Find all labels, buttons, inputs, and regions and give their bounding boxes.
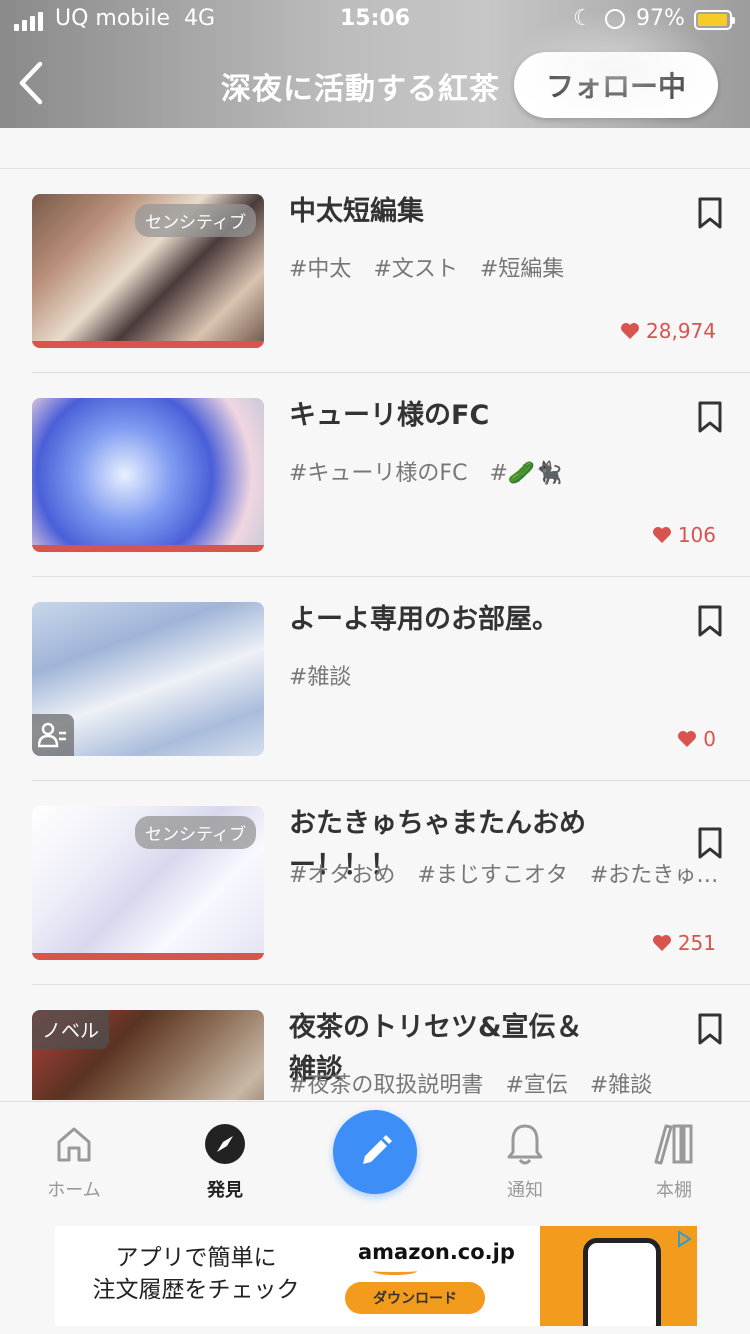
nav-home[interactable]: ホーム xyxy=(19,1120,129,1202)
tag[interactable]: #文スト xyxy=(373,257,457,282)
sensitive-badge: センシティブ xyxy=(135,816,256,849)
like-count: 28,974 xyxy=(620,319,716,343)
bookmark-icon[interactable] xyxy=(697,197,723,229)
thumbnail-image: ノベル xyxy=(32,1010,264,1100)
tag-list: #キューリ様のFC #🥒🐈‍⬛ xyxy=(289,455,729,487)
amazon-logo: amazon.co.jp xyxy=(358,1240,515,1264)
ad-line1: アプリで簡単に xyxy=(115,1245,277,1271)
tag[interactable]: #🥒🐈‍⬛ xyxy=(489,461,562,486)
progress-bar xyxy=(32,953,264,960)
rotation-lock-icon xyxy=(605,9,625,29)
ad-choices-icon[interactable] xyxy=(675,1230,693,1248)
header: UQ mobile 4G 15:06 ☾ 97% 深夜に活動する紅茶 フォロー中 xyxy=(0,0,750,128)
tag-list: #雑談 xyxy=(289,659,729,691)
nav-notifications-label: 通知 xyxy=(507,1180,543,1201)
heart-icon xyxy=(652,935,671,951)
nav-notifications[interactable]: 通知 xyxy=(470,1120,580,1202)
tag-list: #中太 #文スト #短編集 xyxy=(289,251,729,283)
list-item[interactable]: ノベル 夜茶のトリセツ&宣伝＆雑談 #夜茶の取扱説明書 #宣伝 #雑談 xyxy=(0,985,750,1100)
nav-bookshelf-label: 本棚 xyxy=(656,1180,692,1201)
bookmark-icon[interactable] xyxy=(697,1013,723,1045)
ad-copy: アプリで簡単に 注文履歴をチェック xyxy=(55,1242,337,1306)
heart-icon xyxy=(652,527,671,543)
thumbnail-image xyxy=(32,602,264,756)
nav-discover[interactable]: 発見 xyxy=(170,1120,280,1202)
nav-home-label: ホーム xyxy=(47,1180,101,1201)
tag[interactable]: #短編集 xyxy=(480,257,564,282)
nav-bookshelf[interactable]: 本棚 xyxy=(619,1120,729,1202)
tag[interactable]: #夜茶の取扱説明書 xyxy=(289,1073,483,1098)
bookshelf-icon xyxy=(654,1124,693,1165)
list-item[interactable]: センシティブ 中太短編集 #中太 #文スト #短編集 28,974 xyxy=(0,169,750,373)
compose-button[interactable] xyxy=(333,1110,417,1194)
heart-icon xyxy=(621,323,640,339)
tag[interactable]: #宣伝 xyxy=(505,1073,567,1098)
moon-icon: ☾ xyxy=(573,6,593,31)
item-title: 中太短編集 xyxy=(289,196,424,227)
thumbnail-image: センシティブ xyxy=(32,806,264,960)
pencil-icon xyxy=(363,1135,392,1164)
progress-bar xyxy=(32,545,264,552)
bookmark-icon[interactable] xyxy=(697,605,723,637)
tag[interactable]: #まじすこオタ xyxy=(417,863,567,888)
story-list: センシティブ 中太短編集 #中太 #文スト #短編集 28,974 キューリ様のFC… xyxy=(0,168,750,1100)
app-screen: UQ mobile 4G 15:06 ☾ 97% 深夜に活動する紅茶 フォロー中… xyxy=(0,0,750,1334)
battery-icon xyxy=(694,10,735,30)
bookmark-icon[interactable] xyxy=(697,827,723,859)
item-title: キューリ様のFC xyxy=(289,400,490,431)
heart-icon xyxy=(678,731,697,747)
like-count: 251 xyxy=(652,931,716,955)
tag[interactable]: #中太 xyxy=(289,257,351,282)
list-item[interactable]: キューリ様のFC #キューリ様のFC #🥒🐈‍⬛ 106 xyxy=(0,373,750,577)
list-item[interactable]: センシティブ おたきゅちゃまたんおめー！！！ #オタおめ #まじすこオタ #おたきゅ… xyxy=(0,781,750,985)
status-bar: UQ mobile 4G 15:06 ☾ 97% xyxy=(0,0,750,40)
sensitive-badge: センシティブ xyxy=(135,204,256,237)
compass-icon xyxy=(205,1124,245,1164)
novel-badge: ノベル xyxy=(32,1010,110,1049)
tag[interactable]: #雑談 xyxy=(590,1073,652,1098)
tag[interactable]: #おたきゅ… xyxy=(590,863,718,888)
like-count: 106 xyxy=(652,523,716,547)
ad-line2: 注文履歴をチェック xyxy=(92,1277,300,1303)
thumbnail-image xyxy=(32,398,264,552)
bookmark-icon[interactable] xyxy=(697,401,723,433)
amazon-smile-icon xyxy=(373,1267,417,1275)
tag-list: #オタおめ #まじすこオタ #おたきゅ… xyxy=(289,857,729,889)
progress-bar xyxy=(32,341,264,348)
members-only-badge xyxy=(32,714,74,756)
battery-percent: 97% xyxy=(636,6,685,31)
tag[interactable]: #キューリ様のFC xyxy=(289,461,467,486)
back-button[interactable] xyxy=(16,60,56,110)
phone-image xyxy=(583,1238,661,1326)
home-icon xyxy=(57,1127,91,1162)
tag[interactable]: #オタおめ xyxy=(289,863,395,888)
tag[interactable]: #雑談 xyxy=(289,665,351,690)
thumbnail-image: センシティブ xyxy=(32,194,264,348)
person-list-icon xyxy=(38,722,66,748)
list-item[interactable]: よーよ専用のお部屋。 #雑談 0 xyxy=(0,577,750,781)
bell-icon xyxy=(507,1124,543,1165)
tag-list: #夜茶の取扱説明書 #宣伝 #雑談 xyxy=(289,1067,729,1099)
page-title: 深夜に活動する紅茶 xyxy=(221,72,500,107)
like-count: 0 xyxy=(677,727,716,751)
nav-discover-label: 発見 xyxy=(207,1180,243,1201)
chevron-left-icon xyxy=(19,61,43,105)
following-button[interactable]: フォロー中 xyxy=(514,52,718,118)
download-button[interactable]: ダウンロード xyxy=(345,1282,485,1314)
item-title: よーよ専用のお部屋。 xyxy=(289,604,559,635)
ad-banner[interactable]: アプリで簡単に 注文履歴をチェック amazon.co.jp ダウンロード xyxy=(55,1226,697,1326)
